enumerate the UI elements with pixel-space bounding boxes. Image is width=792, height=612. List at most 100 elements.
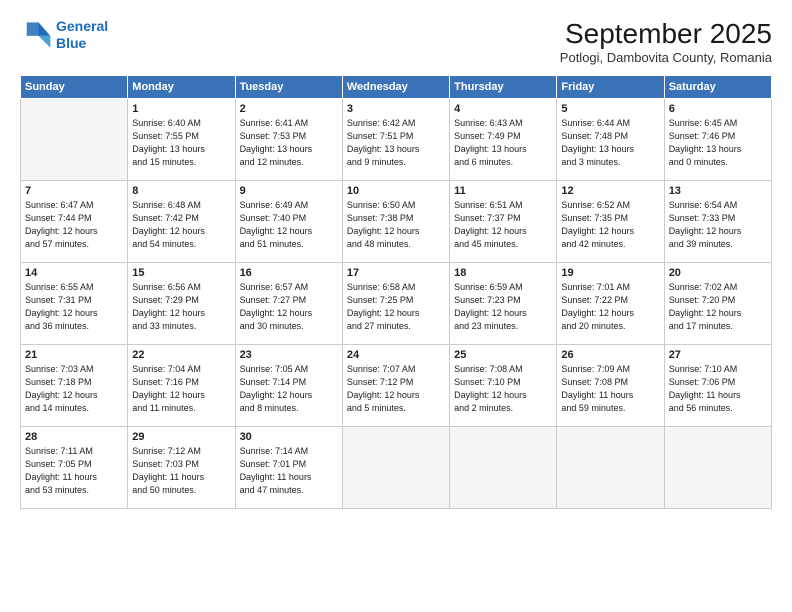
calendar-cell: 11 Sunrise: 6:51 AM Sunset: 7:37 PM Dayli… [450,181,557,263]
cell-info: Sunrise: 7:08 AM Sunset: 7:10 PM Dayligh… [454,363,552,415]
calendar-cell: 10 Sunrise: 6:50 AM Sunset: 7:38 PM Dayli… [342,181,449,263]
calendar-cell: 16 Sunrise: 6:57 AM Sunset: 7:27 PM Dayli… [235,263,342,345]
weekday-header-thursday: Thursday [450,76,557,99]
day-number: 2 [240,103,338,115]
day-number: 25 [454,349,552,361]
calendar-cell: 14 Sunrise: 6:55 AM Sunset: 7:31 PM Dayli… [21,263,128,345]
calendar-cell: 20Sunrise: 7:02 AM Sunset: 7:20 PM Dayli… [664,263,771,345]
calendar-cell: 5Sunrise: 6:44 AM Sunset: 7:48 PM Daylig… [557,99,664,181]
day-number: 11 [454,185,552,197]
weekday-header-row: SundayMondayTuesdayWednesdayThursdayFrid… [21,76,772,99]
cell-info: Sunrise: 6:56 AM Sunset: 7:29 PM Dayligh… [132,281,230,333]
day-number: 24 [347,349,445,361]
week-row-4: 21 Sunrise: 7:03 AM Sunset: 7:18 PM Dayli… [21,345,772,427]
day-number: 16 [240,267,338,279]
day-number: 12 [561,185,659,197]
cell-info: Sunrise: 6:43 AM Sunset: 7:49 PM Dayligh… [454,117,552,169]
cell-info: Sunrise: 6:50 AM Sunset: 7:38 PM Dayligh… [347,199,445,251]
calendar-cell: 27Sunrise: 7:10 AM Sunset: 7:06 PM Dayli… [664,345,771,427]
month-title: September 2025 [560,18,772,50]
day-number: 17 [347,267,445,279]
calendar-cell: 24 Sunrise: 7:07 AM Sunset: 7:12 PM Dayli… [342,345,449,427]
calendar-cell: 4 Sunrise: 6:43 AM Sunset: 7:49 PM Daylig… [450,99,557,181]
day-number: 10 [347,185,445,197]
day-number: 15 [132,267,230,279]
weekday-header-friday: Friday [557,76,664,99]
calendar-cell: 8Sunrise: 6:48 AM Sunset: 7:42 PM Daylig… [128,181,235,263]
week-row-2: 7 Sunrise: 6:47 AM Sunset: 7:44 PM Daylig… [21,181,772,263]
weekday-header-tuesday: Tuesday [235,76,342,99]
cell-info: Sunrise: 6:40 AM Sunset: 7:55 PM Dayligh… [132,117,230,169]
cell-info: Sunrise: 6:58 AM Sunset: 7:25 PM Dayligh… [347,281,445,333]
page: General Blue September 2025 Potlogi, Dam… [0,0,792,612]
cell-info: Sunrise: 6:45 AM Sunset: 7:46 PM Dayligh… [669,117,767,169]
day-number: 14 [25,267,123,279]
calendar-cell: 18Sunrise: 6:59 AM Sunset: 7:23 PM Dayli… [450,263,557,345]
header: General Blue September 2025 Potlogi, Dam… [20,18,772,65]
calendar-cell: 15 Sunrise: 6:56 AM Sunset: 7:29 PM Dayli… [128,263,235,345]
calendar-cell: 19 Sunrise: 7:01 AM Sunset: 7:22 PM Dayli… [557,263,664,345]
logo-text: General Blue [56,18,108,52]
calendar-cell [557,427,664,509]
logo-icon [20,19,52,51]
cell-info: Sunrise: 7:04 AM Sunset: 7:16 PM Dayligh… [132,363,230,415]
weekday-header-monday: Monday [128,76,235,99]
cell-info: Sunrise: 6:48 AM Sunset: 7:42 PM Dayligh… [132,199,230,251]
week-row-3: 14 Sunrise: 6:55 AM Sunset: 7:31 PM Dayli… [21,263,772,345]
calendar-cell: 22 Sunrise: 7:04 AM Sunset: 7:16 PM Dayli… [128,345,235,427]
cell-info: Sunrise: 7:11 AM Sunset: 7:05 PM Dayligh… [25,445,123,497]
day-number: 7 [25,185,123,197]
day-number: 4 [454,103,552,115]
day-number: 21 [25,349,123,361]
calendar-cell [21,99,128,181]
day-number: 23 [240,349,338,361]
day-number: 28 [25,431,123,443]
day-number: 29 [132,431,230,443]
week-row-1: 1 Sunrise: 6:40 AM Sunset: 7:55 PM Daylig… [21,99,772,181]
calendar-cell: 7 Sunrise: 6:47 AM Sunset: 7:44 PM Daylig… [21,181,128,263]
calendar-cell: 17 Sunrise: 6:58 AM Sunset: 7:25 PM Dayli… [342,263,449,345]
cell-info: Sunrise: 7:01 AM Sunset: 7:22 PM Dayligh… [561,281,659,333]
day-number: 30 [240,431,338,443]
title-block: September 2025 Potlogi, Dambovita County… [560,18,772,65]
day-number: 13 [669,185,767,197]
logo: General Blue [20,18,108,52]
cell-info: Sunrise: 7:09 AM Sunset: 7:08 PM Dayligh… [561,363,659,415]
location: Potlogi, Dambovita County, Romania [560,50,772,65]
cell-info: Sunrise: 6:49 AM Sunset: 7:40 PM Dayligh… [240,199,338,251]
day-number: 22 [132,349,230,361]
calendar-cell: 13 Sunrise: 6:54 AM Sunset: 7:33 PM Dayli… [664,181,771,263]
day-number: 26 [561,349,659,361]
calendar-cell: 25 Sunrise: 7:08 AM Sunset: 7:10 PM Dayli… [450,345,557,427]
cell-info: Sunrise: 7:03 AM Sunset: 7:18 PM Dayligh… [25,363,123,415]
calendar-cell: 21 Sunrise: 7:03 AM Sunset: 7:18 PM Dayli… [21,345,128,427]
cell-info: Sunrise: 6:57 AM Sunset: 7:27 PM Dayligh… [240,281,338,333]
day-number: 3 [347,103,445,115]
calendar-cell: 29 Sunrise: 7:12 AM Sunset: 7:03 PM Dayli… [128,427,235,509]
calendar-cell [664,427,771,509]
day-number: 18 [454,267,552,279]
calendar-cell: 6 Sunrise: 6:45 AM Sunset: 7:46 PM Daylig… [664,99,771,181]
cell-info: Sunrise: 6:51 AM Sunset: 7:37 PM Dayligh… [454,199,552,251]
calendar-cell [450,427,557,509]
cell-info: Sunrise: 7:12 AM Sunset: 7:03 PM Dayligh… [132,445,230,497]
cell-info: Sunrise: 6:54 AM Sunset: 7:33 PM Dayligh… [669,199,767,251]
cell-info: Sunrise: 6:44 AM Sunset: 7:48 PM Dayligh… [561,117,659,169]
day-number: 27 [669,349,767,361]
cell-info: Sunrise: 6:55 AM Sunset: 7:31 PM Dayligh… [25,281,123,333]
calendar-cell: 3Sunrise: 6:42 AM Sunset: 7:51 PM Daylig… [342,99,449,181]
day-number: 6 [669,103,767,115]
day-number: 19 [561,267,659,279]
cell-info: Sunrise: 7:02 AM Sunset: 7:20 PM Dayligh… [669,281,767,333]
calendar-cell: 26 Sunrise: 7:09 AM Sunset: 7:08 PM Dayli… [557,345,664,427]
cell-info: Sunrise: 7:07 AM Sunset: 7:12 PM Dayligh… [347,363,445,415]
calendar-cell: 9 Sunrise: 6:49 AM Sunset: 7:40 PM Daylig… [235,181,342,263]
day-number: 9 [240,185,338,197]
calendar-cell: 30Sunrise: 7:14 AM Sunset: 7:01 PM Dayli… [235,427,342,509]
cell-info: Sunrise: 6:47 AM Sunset: 7:44 PM Dayligh… [25,199,123,251]
weekday-header-sunday: Sunday [21,76,128,99]
week-row-5: 28 Sunrise: 7:11 AM Sunset: 7:05 PM Dayli… [21,427,772,509]
weekday-header-saturday: Saturday [664,76,771,99]
day-number: 1 [132,103,230,115]
calendar-cell: 1 Sunrise: 6:40 AM Sunset: 7:55 PM Daylig… [128,99,235,181]
